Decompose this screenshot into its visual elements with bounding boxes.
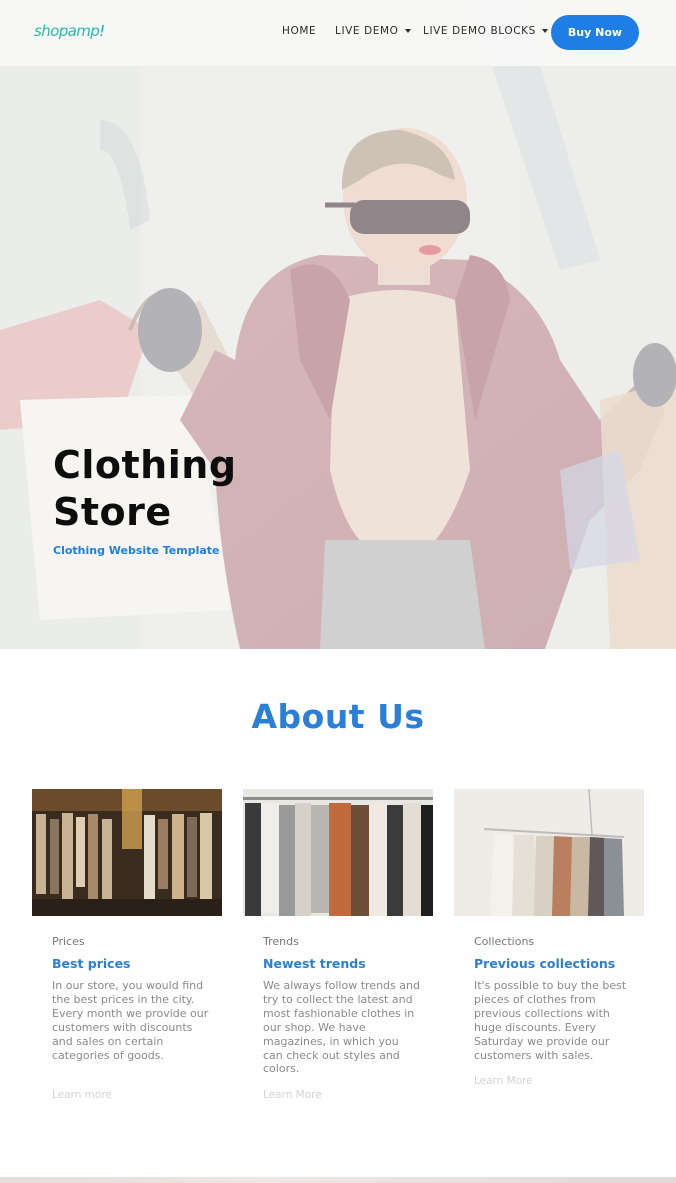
buy-now-button[interactable]: Buy Now (551, 15, 639, 50)
hero-section: shopamp! HOME LIVE DEMO LIVE DEMO BLOCKS… (0, 0, 676, 649)
learn-more-link[interactable]: Learn more (52, 1089, 112, 1101)
about-card-prices: Prices Best prices In our store, you wou… (32, 789, 222, 1109)
about-title: About Us (251, 697, 425, 736)
learn-more-link[interactable]: Learn More (263, 1089, 322, 1101)
nav-live-demo-label: LIVE DEMO (335, 25, 399, 37)
card-image (243, 789, 433, 916)
nav-home[interactable]: HOME (282, 25, 316, 37)
card-category: Collections (474, 935, 535, 948)
card-body: It's possible to buy the best pieces of … (474, 979, 627, 1062)
nav-live-demo-blocks-label: LIVE DEMO BLOCKS (423, 25, 536, 37)
chevron-down-icon (541, 29, 548, 33)
logo[interactable]: shopamp! (34, 22, 105, 40)
card-category: Trends (263, 935, 299, 948)
top-navbar: shopamp! HOME LIVE DEMO LIVE DEMO BLOCKS… (0, 0, 676, 66)
logo-mark: ! (99, 22, 105, 40)
next-section-edge (0, 1177, 676, 1183)
nav-live-demo-blocks[interactable]: LIVE DEMO BLOCKS (423, 25, 548, 37)
about-card-collections: Collections Previous collections It's po… (454, 789, 644, 1109)
about-card-trends: Trends Newest trends We always follow tr… (243, 789, 433, 1109)
card-category: Prices (52, 935, 85, 948)
learn-more-link[interactable]: Learn More (474, 1075, 533, 1087)
card-image (32, 789, 222, 916)
card-heading[interactable]: Best prices (52, 956, 131, 971)
chevron-down-icon (404, 29, 411, 33)
logo-main: shopamp (34, 22, 100, 40)
nav-live-demo[interactable]: LIVE DEMO (335, 25, 411, 37)
card-body: In our store, you would find the best pr… (52, 979, 209, 1062)
card-body: We always follow trends and try to colle… (263, 979, 420, 1076)
hero-title: Clothing Store (53, 443, 237, 534)
card-heading[interactable]: Newest trends (263, 956, 366, 971)
nav-home-label: HOME (282, 25, 317, 37)
card-heading[interactable]: Previous collections (474, 956, 615, 971)
card-image (454, 789, 644, 916)
hero-subtitle: Clothing Website Template (53, 544, 220, 557)
